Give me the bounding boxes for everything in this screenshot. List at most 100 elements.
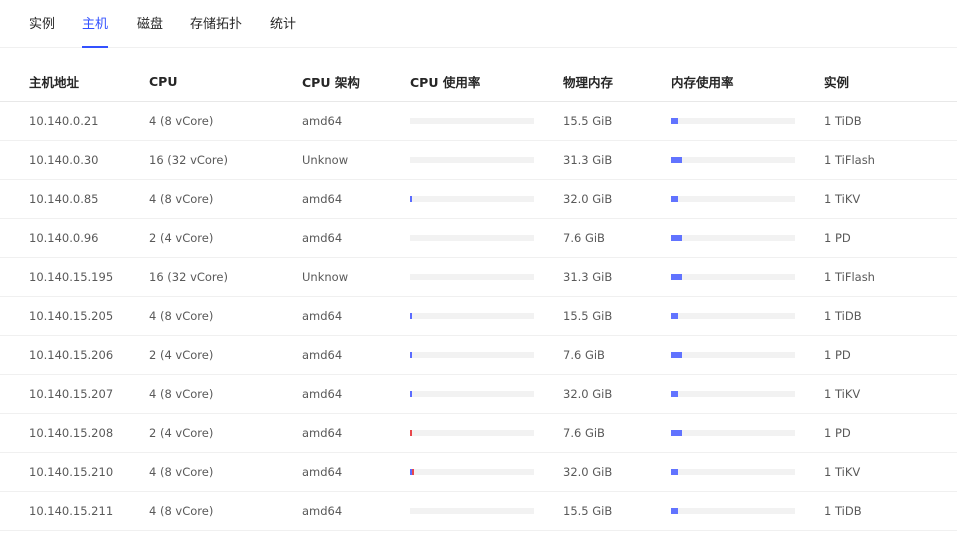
memory-usage-cell <box>642 257 795 297</box>
host-cell: 10.140.15.210 <box>0 452 120 492</box>
table-row: 10.140.15.195 16 (32 vCore) Unknow 31.3 GiB… <box>0 257 957 297</box>
memory-usage-bar <box>671 352 795 358</box>
memory-usage-fill <box>671 274 682 280</box>
table-row: 10.140.0.21 4 (8 vCore) amd64 15.5 GiB 1 TiD… <box>0 101 957 141</box>
column-header-instances[interactable]: 实例 <box>795 61 957 102</box>
cpu-usage-bar <box>410 235 534 241</box>
column-header-host[interactable]: 主机地址 <box>0 61 120 102</box>
cpu-usage-cell <box>381 179 534 219</box>
cpu-usage-cell <box>381 491 534 531</box>
table-row: 10.140.15.211 4 (8 vCore) amd64 15.5 GiB 1 T… <box>0 491 957 531</box>
memory-usage-fill <box>671 469 678 475</box>
memory-usage-cell <box>642 335 795 375</box>
memory-usage-bar <box>671 508 795 514</box>
cpu-usage-fill <box>410 430 412 436</box>
cpu-cell: 2 (4 vCore) <box>120 413 273 453</box>
instance-cell: 1 TiKV <box>795 374 957 414</box>
memory-usage-bar <box>671 313 795 319</box>
instance-cell: 1 TiDB <box>795 491 957 531</box>
tab-instances[interactable]: 实例 <box>29 0 55 47</box>
memory-usage-cell <box>642 140 795 180</box>
host-cell: 10.140.0.96 <box>0 218 120 258</box>
memory-usage-fill <box>671 430 682 436</box>
memory-cell: 32.0 GiB <box>534 374 642 414</box>
cpu-usage-bar <box>410 313 534 319</box>
cpu-arch-cell: amd64 <box>273 491 381 531</box>
host-cell: 10.140.0.30 <box>0 140 120 180</box>
memory-usage-cell <box>642 413 795 453</box>
memory-usage-bar <box>671 118 795 124</box>
column-header-memory-usage[interactable]: 内存使用率 <box>642 61 795 102</box>
cpu-usage-fill <box>410 352 412 358</box>
memory-cell: 15.5 GiB <box>534 296 642 336</box>
tab-bar: 实例 主机 磁盘 存储拓扑 统计 <box>0 0 957 48</box>
instance-cell: 1 TiFlash <box>795 140 957 180</box>
host-cell: 10.140.0.21 <box>0 101 120 141</box>
cpu-arch-cell: amd64 <box>273 179 381 219</box>
memory-cell: 15.5 GiB <box>534 101 642 141</box>
cpu-usage-fill <box>410 313 412 319</box>
memory-cell: 32.0 GiB <box>534 452 642 492</box>
cpu-usage-cell <box>381 374 534 414</box>
memory-usage-cell <box>642 491 795 531</box>
cpu-cell: 4 (8 vCore) <box>120 101 273 141</box>
cpu-arch-cell: amd64 <box>273 413 381 453</box>
cpu-cell: 4 (8 vCore) <box>120 452 273 492</box>
memory-usage-fill <box>671 157 682 163</box>
memory-usage-bar <box>671 196 795 202</box>
tab-statistics[interactable]: 统计 <box>270 0 296 47</box>
instance-cell: 1 TiKV <box>795 452 957 492</box>
table-row: 10.140.0.85 4 (8 vCore) amd64 32.0 GiB 1 TiK… <box>0 179 957 219</box>
cpu-usage-bar <box>410 352 534 358</box>
host-cell: 10.140.15.205 <box>0 296 120 336</box>
memory-usage-bar <box>671 157 795 163</box>
memory-usage-fill <box>671 391 678 397</box>
tab-storage-topology[interactable]: 存储拓扑 <box>190 0 242 47</box>
cpu-usage-fill <box>410 391 412 397</box>
column-header-cpu-usage[interactable]: CPU 使用率 <box>381 61 534 102</box>
memory-usage-bar <box>671 391 795 397</box>
instance-cell: 1 TiKV <box>795 179 957 219</box>
memory-usage-bar <box>671 274 795 280</box>
cpu-usage-bar <box>410 157 534 163</box>
memory-usage-fill <box>671 235 682 241</box>
tab-disks[interactable]: 磁盘 <box>137 0 163 47</box>
cpu-usage-bar <box>410 118 534 124</box>
tab-hosts[interactable]: 主机 <box>82 0 109 48</box>
memory-cell: 31.3 GiB <box>534 257 642 297</box>
cpu-usage-cell <box>381 413 534 453</box>
cpu-cell: 16 (32 vCore) <box>120 140 273 180</box>
cpu-usage-cell <box>381 140 534 180</box>
cpu-arch-cell: Unknow <box>273 140 381 180</box>
cpu-arch-cell: amd64 <box>273 374 381 414</box>
host-cell: 10.140.15.211 <box>0 491 120 531</box>
cpu-usage-cell <box>381 257 534 297</box>
column-header-memory[interactable]: 物理内存 <box>534 61 642 102</box>
column-header-cpu[interactable]: CPU <box>120 61 273 102</box>
cpu-arch-cell: amd64 <box>273 218 381 258</box>
instance-cell: 1 TiFlash <box>795 257 957 297</box>
memory-usage-fill <box>671 118 678 124</box>
cpu-usage-cell <box>381 335 534 375</box>
cpu-usage-bar <box>410 430 534 436</box>
table-row: 10.140.15.207 4 (8 vCore) amd64 32.0 GiB 1 T… <box>0 374 957 414</box>
cpu-cell: 4 (8 vCore) <box>120 491 273 531</box>
table-row: 10.140.0.96 2 (4 vCore) amd64 7.6 GiB 1 PD <box>0 218 957 258</box>
memory-usage-cell <box>642 218 795 258</box>
column-header-cpu-arch[interactable]: CPU 架构 <box>273 61 381 102</box>
cpu-arch-cell: amd64 <box>273 452 381 492</box>
memory-cell: 31.3 GiB <box>534 140 642 180</box>
cpu-usage-cell <box>381 296 534 336</box>
host-cell: 10.140.15.207 <box>0 374 120 414</box>
cpu-usage-cell <box>381 452 534 492</box>
cpu-usage-bar <box>410 508 534 514</box>
cpu-arch-cell: amd64 <box>273 101 381 141</box>
table-header-row: 主机地址 CPU CPU 架构 CPU 使用率 物理内存 内存使用率 实例 <box>0 61 957 102</box>
cpu-arch-cell: amd64 <box>273 296 381 336</box>
memory-cell: 32.0 GiB <box>534 179 642 219</box>
cpu-usage-bar <box>410 469 534 475</box>
memory-usage-bar <box>671 430 795 436</box>
memory-cell: 15.5 GiB <box>534 491 642 531</box>
table-row: 10.140.15.205 4 (8 vCore) amd64 15.5 GiB 1 T… <box>0 296 957 336</box>
host-cell: 10.140.15.206 <box>0 335 120 375</box>
